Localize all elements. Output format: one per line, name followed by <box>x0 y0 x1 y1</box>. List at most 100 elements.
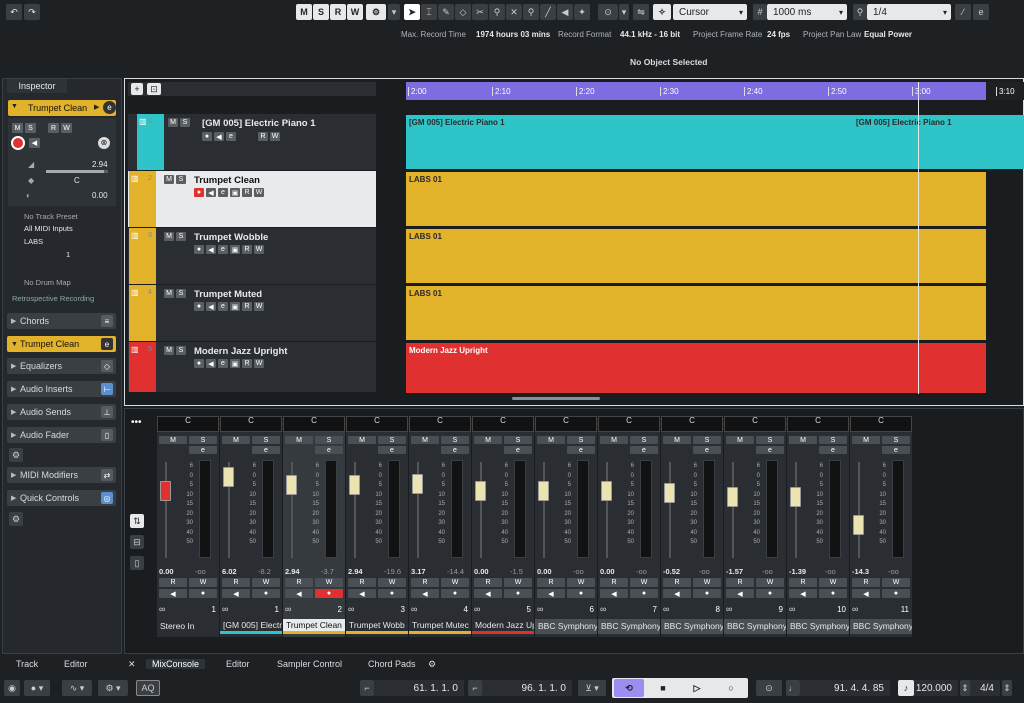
channel-solo-button[interactable]: S <box>693 436 721 444</box>
settings-gear-icon[interactable]: ⚙ <box>9 448 23 462</box>
channel-name[interactable]: Modern Jazz Up <box>472 619 534 634</box>
channel-read-button[interactable]: R <box>348 578 376 587</box>
channel-write-button[interactable]: W <box>378 578 406 587</box>
inspector-pan[interactable]: C <box>74 176 80 185</box>
mixer-channel-strip[interactable]: C M Se 6 0 5 10 15 20 30 40 50 2.94 -19.6 R W ◀ ● ∞ 3 <box>346 416 408 637</box>
zoom-tool-icon[interactable]: ⚲ <box>523 4 539 20</box>
track-options-icon[interactable]: ⊡ <box>147 83 161 95</box>
track-edit-button[interactable]: e <box>218 245 228 254</box>
channel-write-button[interactable]: W <box>882 578 910 587</box>
channel-mute-button[interactable]: M <box>474 436 502 444</box>
channel-mute-button[interactable]: M <box>789 436 817 444</box>
pan-knob[interactable]: C <box>283 416 345 432</box>
signature-stepper-icon[interactable]: ⇕ <box>1002 680 1012 696</box>
track-read-button[interactable]: R <box>258 132 268 141</box>
channel-read-button[interactable]: R <box>474 578 502 587</box>
channel-record-button[interactable]: ● <box>756 589 784 598</box>
inspector-section-audio-fader[interactable]: ▶ Audio Fader ▯ <box>7 427 116 443</box>
color-tool-icon[interactable]: ✦ <box>574 4 590 20</box>
track-read-button[interactable]: R <box>242 359 252 368</box>
record-format-label[interactable]: Record Format <box>558 30 611 39</box>
channel-read-button[interactable]: R <box>663 578 691 587</box>
channel-mute-button[interactable]: M <box>852 436 880 444</box>
channel-write-button[interactable]: W <box>693 578 721 587</box>
track-edit-button[interactable]: e <box>226 132 236 141</box>
mixer-channel-strip[interactable]: C M Se 6 0 5 10 15 20 30 40 50 3.17 -14.4 R W ◀ ● ∞ 4 <box>409 416 471 637</box>
track-record-button[interactable]: ● <box>194 188 204 197</box>
channel-edit-button[interactable]: e <box>378 446 406 454</box>
fader-track[interactable] <box>669 462 671 558</box>
track-preset-button[interactable]: ▣ <box>230 359 240 368</box>
nudge-select[interactable]: 1000 ms ▾ <box>767 4 847 20</box>
channel-edit-button[interactable]: e <box>567 446 595 454</box>
tempo-display[interactable]: 120.000 <box>914 680 958 696</box>
channel-edit-button[interactable]: e <box>252 446 280 454</box>
undo-button[interactable]: ↶ <box>6 4 22 20</box>
track-preset-field[interactable]: No Track Preset <box>24 212 78 221</box>
track-read-button[interactable]: R <box>242 245 252 254</box>
channel-edit-button[interactable]: e <box>882 446 910 454</box>
channel-solo-button[interactable]: S <box>630 436 658 444</box>
channel-mute-button[interactable]: M <box>285 436 313 444</box>
track-solo-button[interactable]: S <box>176 289 186 298</box>
volume-fader[interactable] <box>853 514 864 535</box>
punch-in-icon[interactable]: ⊙ <box>756 680 782 696</box>
inspector-section-quick-controls[interactable]: ▶ Quick Controls ◎ <box>7 490 116 506</box>
channel-name[interactable]: BBC Symphony <box>661 619 723 634</box>
midi-part[interactable]: LABS 01 <box>406 229 986 283</box>
volume-fader[interactable] <box>475 481 486 502</box>
channel-solo-button[interactable]: S <box>756 436 784 444</box>
quantize-select[interactable]: 1/4 ▾ <box>867 4 951 20</box>
inspector-section-chords[interactable]: ▶ Chords ≡ <box>7 313 116 329</box>
channel-monitor-button[interactable]: ◀ <box>285 589 313 598</box>
constrain-delay-icon[interactable]: ◉ <box>4 680 20 696</box>
channel-solo-button[interactable]: S <box>882 436 910 444</box>
channel-read-button[interactable]: R <box>285 578 313 587</box>
pan-knob[interactable]: C <box>724 416 786 432</box>
channel-read-button[interactable]: R <box>159 578 187 587</box>
channel-monitor-button[interactable]: ◀ <box>537 589 565 598</box>
settings-gear-icon[interactable]: ⚙ <box>428 659 436 670</box>
solo-state-button[interactable]: S <box>313 4 329 20</box>
channel-edit-button[interactable]: e <box>504 446 532 454</box>
track-name[interactable]: Trumpet Wobble <box>194 232 268 243</box>
channel-monitor-button[interactable]: ◀ <box>159 589 187 598</box>
channel-record-button[interactable]: ● <box>189 589 217 598</box>
glue-tool-icon[interactable]: ⚲ <box>489 4 505 20</box>
track-name[interactable]: Trumpet Clean <box>194 175 260 186</box>
channel-name[interactable]: BBC Symphony <box>787 619 849 634</box>
track-write-button[interactable]: W <box>254 359 264 368</box>
channel-mute-button[interactable]: M <box>726 436 754 444</box>
mute-state-button[interactable]: M <box>296 4 312 20</box>
track-edit-button[interactable]: e <box>218 302 228 311</box>
track-write-button[interactable]: W <box>254 188 264 197</box>
snap-type-icon[interactable]: ✧ <box>653 4 671 20</box>
mixer-channel-strip[interactable]: C M Se 6 0 5 10 15 20 30 40 50 2.94 -3.7 R W ◀ ● ∞ 2 <box>283 416 345 637</box>
channel-write-button[interactable]: W <box>567 578 595 587</box>
mixer-channel-strip[interactable]: C M Se 6 0 5 10 15 20 30 40 50 -14.3 -oo R W ◀ ● ∞ 11 <box>850 416 912 637</box>
tempo-mode-icon[interactable]: ♪ <box>898 680 914 696</box>
channel-name[interactable]: BBC Symphony <box>724 619 786 634</box>
pan-knob[interactable]: C <box>409 416 471 432</box>
cycle-button[interactable]: ⟲ <box>614 679 644 697</box>
position-display[interactable]: 91. 4. 4. 85 <box>800 680 890 696</box>
tab-editor[interactable]: Editor <box>226 659 250 669</box>
record-mode-icon[interactable]: ● ▾ <box>24 680 50 696</box>
volume-fader[interactable] <box>412 474 423 495</box>
track-header-1[interactable]: ▥ 1 M S [GM 005] Electric Piano 1 ● ◀ e … <box>128 114 376 170</box>
track-record-button[interactable]: ● <box>202 132 212 141</box>
mixer-fader-view-icon[interactable]: ⇅ <box>130 514 144 528</box>
track-mute-button[interactable]: M <box>164 289 174 298</box>
track-solo-button[interactable]: S <box>176 175 186 184</box>
channel-solo-button[interactable]: S <box>252 436 280 444</box>
retro-record-field[interactable]: Retrospective Recording <box>12 294 94 303</box>
channel-mute-button[interactable]: M <box>600 436 628 444</box>
volume-fader[interactable] <box>538 481 549 502</box>
stop-button[interactable]: ■ <box>649 679 677 697</box>
track-mute-button[interactable]: M <box>164 232 174 241</box>
channel-read-button[interactable]: R <box>537 578 565 587</box>
channel-write-button[interactable]: W <box>189 578 217 587</box>
frame-rate-label[interactable]: Project Frame Rate <box>693 30 762 39</box>
track-read-button[interactable]: R <box>242 302 252 311</box>
inspector-delay[interactable]: 0.00 <box>92 191 108 200</box>
